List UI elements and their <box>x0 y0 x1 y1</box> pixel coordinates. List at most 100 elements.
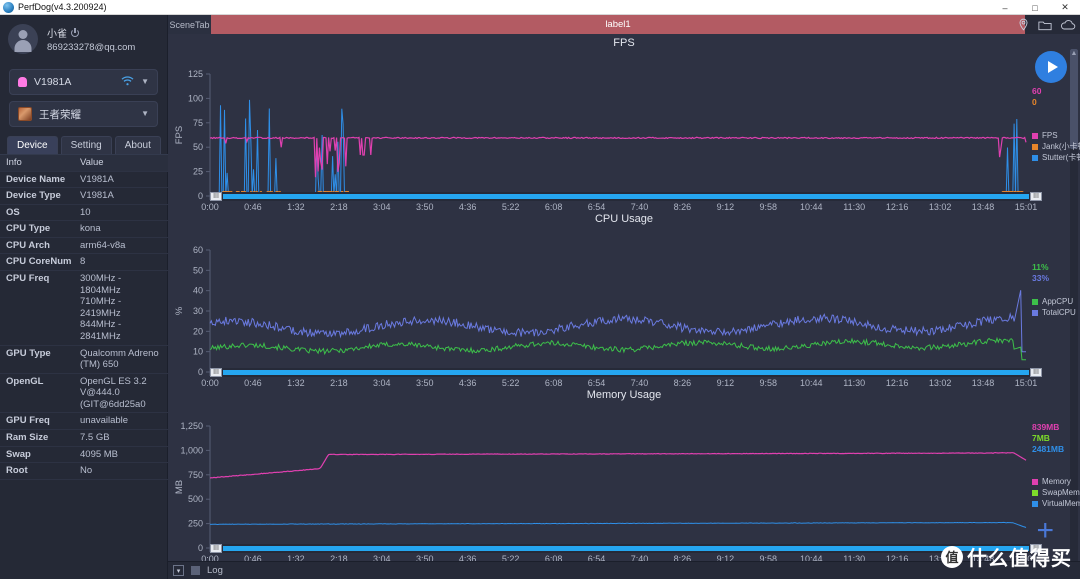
cloud-icon[interactable] <box>1060 19 1076 31</box>
timeline-handle-left[interactable]: III <box>210 192 222 201</box>
info-key: Root <box>6 465 28 477</box>
svg-text:3:04: 3:04 <box>373 378 391 386</box>
close-button[interactable]: ✕ <box>1050 0 1080 15</box>
info-value: OpenGL ES 3.2 V@444.0 (GIT@6dd25a0 <box>80 375 147 410</box>
legend-label: TotalCPU <box>1042 308 1076 317</box>
timeline-handle-right[interactable]: III <box>1030 544 1042 553</box>
chart-title-memory: Memory Usage <box>586 389 662 401</box>
legend-swatch-icon <box>1032 154 1038 161</box>
power-icon[interactable] <box>71 27 79 37</box>
timeline-handle-right[interactable]: III <box>1030 192 1042 201</box>
timeline-bar[interactable] <box>223 194 1029 199</box>
svg-text:500: 500 <box>188 494 203 504</box>
plot-cpu[interactable]: 0 10 20 30 40 50 60% 0:00 0:46 1:32 2:18 3:04 3:50 4:… <box>168 228 1080 386</box>
svg-text:1:32: 1:32 <box>287 202 305 210</box>
legend-item[interactable]: VirtualMemory <box>1032 498 1080 509</box>
svg-text:0: 0 <box>198 367 203 377</box>
legend-swatch-icon <box>1032 478 1038 485</box>
legend-label: Stutter(卡顿率) <box>1042 153 1080 162</box>
maximize-button[interactable]: □ <box>1020 0 1050 15</box>
value-tag: 0 <box>1032 97 1037 107</box>
expand-icon[interactable]: ▾ <box>173 565 184 576</box>
svg-text:11:30: 11:30 <box>843 202 865 210</box>
chevron-down-icon[interactable]: ▼ <box>141 78 149 86</box>
top-icon-group <box>1017 18 1076 31</box>
timeline-handle-left[interactable]: III <box>210 368 222 377</box>
table-row: GPU Freq unavailable <box>0 413 168 430</box>
legend-fps: FPS Jank(小卡顿) Stutter(卡顿率) <box>1032 130 1080 163</box>
svg-text:0: 0 <box>198 191 203 201</box>
svg-text:0:46: 0:46 <box>244 202 262 210</box>
perfdog-logo-icon <box>3 1 14 13</box>
chevron-down-icon[interactable]: ▼ <box>141 110 149 118</box>
tab-setting[interactable]: Setting <box>60 136 112 154</box>
tab-about[interactable]: About <box>114 136 161 154</box>
legend-item[interactable]: Stutter(卡顿率) <box>1032 152 1080 163</box>
svg-text:13:48: 13:48 <box>972 202 995 210</box>
profile-name-row: 小雀 <box>47 25 135 40</box>
timeline-handle-right[interactable]: III <box>1030 368 1042 377</box>
legend-label: Memory <box>1042 477 1071 486</box>
legend-item[interactable]: AppCPU <box>1032 296 1076 307</box>
timeline-handle-left[interactable]: III <box>210 544 222 553</box>
svg-text:9:12: 9:12 <box>717 202 735 210</box>
location-icon[interactable] <box>1017 18 1030 31</box>
info-value: arm64-v8a <box>80 239 126 251</box>
timeline-slider-fps[interactable]: III III <box>210 192 1042 201</box>
timeline-slider-memory[interactable]: III III <box>210 544 1042 553</box>
value-tag: 11% <box>1032 262 1049 272</box>
table-row: GPU Type Qualcomm Adreno (TM) 650 <box>0 346 168 374</box>
chart-panel-fps: FPS 0 25 50 75 100 125 FPS 0:00 0:46 1:32 2:18 3:04 3… <box>168 34 1080 210</box>
app-icon <box>18 107 32 121</box>
plot-memory[interactable]: 02505007501,0001,250MB0:00 0:46 1:32 2:18 3:… <box>168 404 1080 562</box>
svg-text:FPS: FPS <box>174 126 185 144</box>
info-key: Device Type <box>6 190 61 202</box>
wifi-icon <box>121 75 134 89</box>
profile-email: 869233278@qq.com <box>47 42 136 53</box>
svg-text:6:54: 6:54 <box>588 378 606 386</box>
legend-item[interactable]: Jank(小卡顿) <box>1032 141 1080 152</box>
info-value: V1981A <box>80 173 114 185</box>
device-selector[interactable]: V1981A ▼ <box>9 69 158 95</box>
legend-item[interactable]: FPS <box>1032 130 1080 141</box>
chart-panel-cpu: CPU Usage 0 10 20 30 40 50 60% 0:00 0:46 1:32 2:18 3… <box>168 210 1080 386</box>
svg-text:0:00: 0:00 <box>201 378 219 386</box>
info-value: 8 <box>80 256 86 268</box>
svg-text:1,000: 1,000 <box>180 445 203 455</box>
column-header-value: Value <box>80 157 104 168</box>
svg-text:9:58: 9:58 <box>760 378 778 386</box>
svg-text:0: 0 <box>198 543 203 553</box>
timeline-slider-cpu[interactable]: III III <box>210 368 1042 377</box>
value-tag: 7MB <box>1032 433 1050 443</box>
svg-text:20: 20 <box>193 326 203 336</box>
timeline-bar[interactable] <box>223 546 1029 551</box>
legend-item[interactable]: SwapMemory <box>1032 487 1080 498</box>
svg-text:6:08: 6:08 <box>545 202 563 210</box>
svg-text:0:46: 0:46 <box>244 378 262 386</box>
info-key: CPU Type <box>6 223 51 235</box>
folder-icon[interactable] <box>1038 19 1052 31</box>
legend-swatch-icon <box>1032 298 1038 305</box>
scene-label[interactable]: label1 <box>211 15 1025 34</box>
svg-text:11:30: 11:30 <box>843 378 865 386</box>
tab-device[interactable]: Device <box>7 136 58 154</box>
app-selector[interactable]: 王者荣耀 ▼ <box>9 101 158 127</box>
log-checkbox[interactable] <box>191 566 200 575</box>
info-key: OpenGL <box>6 375 44 387</box>
info-value: 300MHz - 1804MHz 710MHz - 2419MHz 844MHz… <box>80 273 122 342</box>
plot-fps[interactable]: 0 25 50 75 100 125 FPS 0:00 0:46 1:32 2:18 3:04 3:50… <box>168 52 1080 210</box>
minimize-button[interactable]: – <box>990 0 1020 15</box>
info-key: GPU Freq <box>6 415 50 427</box>
timeline-bar[interactable] <box>223 370 1029 375</box>
user-profile: 小雀 869233278@qq.com <box>0 15 167 63</box>
scene-tab-label[interactable]: SceneTab <box>168 15 211 34</box>
legend-item[interactable]: TotalCPU <box>1032 307 1076 318</box>
svg-text:4:36: 4:36 <box>459 378 477 386</box>
legend-label: FPS <box>1042 131 1058 140</box>
legend-cpu: AppCPU TotalCPU <box>1032 296 1076 318</box>
table-row: Device Name V1981A <box>0 172 168 189</box>
svg-text:3:50: 3:50 <box>416 202 434 210</box>
legend-label: AppCPU <box>1042 297 1074 306</box>
info-value: 4095 MB <box>80 448 119 460</box>
legend-item[interactable]: Memory <box>1032 476 1080 487</box>
